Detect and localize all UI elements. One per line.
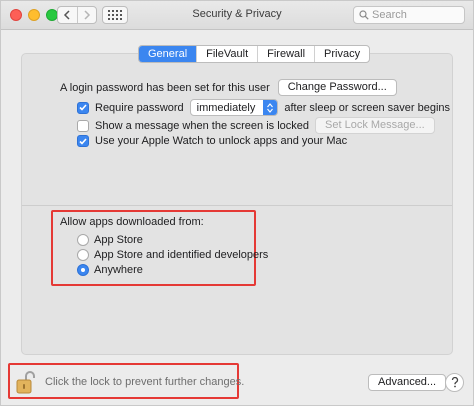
radio-app-store-label: App Store (94, 234, 143, 246)
radio-anywhere-label: Anywhere (94, 264, 143, 276)
unlocked-padlock-icon[interactable] (15, 370, 37, 394)
apple-watch-row: Use your Apple Watch to unlock apps and … (77, 135, 347, 147)
title-bar: Security & Privacy (1, 1, 473, 30)
tab-general[interactable]: General (139, 46, 197, 62)
lock-instruction-text: Click the lock to prevent further change… (45, 376, 245, 388)
section-divider (22, 205, 452, 206)
help-button[interactable] (445, 373, 464, 392)
lock-row: Click the lock to prevent further change… (15, 370, 244, 394)
login-password-label: A login password has been set for this u… (60, 81, 270, 94)
radio-app-store-row[interactable]: App Store (77, 234, 143, 246)
set-lock-message-button[interactable]: Set Lock Message... (315, 117, 435, 134)
radio-anywhere[interactable] (77, 264, 89, 276)
search-icon (359, 10, 369, 20)
checkmark-icon (79, 137, 87, 145)
radio-identified-developers[interactable] (77, 249, 89, 261)
radio-identified-developers-row[interactable]: App Store and identified developers (77, 249, 268, 261)
allow-apps-heading: Allow apps downloaded from: (60, 216, 204, 228)
login-password-row: A login password has been set for this u… (60, 79, 397, 96)
radio-identified-developers-label: App Store and identified developers (94, 249, 269, 261)
show-message-checkbox[interactable] (77, 119, 89, 132)
require-password-delay-value: immediately (196, 101, 256, 114)
search-field[interactable] (353, 6, 465, 24)
tab-privacy[interactable]: Privacy (314, 46, 369, 62)
question-mark-icon (451, 377, 458, 388)
change-password-button[interactable]: Change Password... (277, 79, 397, 96)
tab-firewall[interactable]: Firewall (257, 46, 314, 62)
show-message-label: Show a message when the screen is locked (95, 119, 310, 132)
tab-bar: General FileVault Firewall Privacy (138, 45, 371, 63)
after-sleep-label: after sleep or screen saver begins (284, 101, 451, 114)
tab-filevault[interactable]: FileVault (196, 46, 257, 62)
radio-anywhere-row[interactable]: Anywhere (77, 264, 143, 276)
require-password-row: Require password immediately after sleep… (77, 99, 450, 116)
require-password-delay-select[interactable]: immediately (189, 99, 279, 116)
require-password-label: Require password (95, 101, 184, 114)
allow-apps-heading-row: Allow apps downloaded from: (60, 216, 204, 228)
require-password-checkbox[interactable] (77, 101, 89, 114)
apple-watch-label: Use your Apple Watch to unlock apps and … (95, 135, 348, 147)
security-privacy-window: Security & Privacy General FileVault Fir… (0, 0, 474, 406)
checkmark-icon (79, 104, 87, 111)
radio-app-store[interactable] (77, 234, 89, 246)
select-arrows-icon (263, 100, 278, 115)
search-input[interactable] (372, 9, 460, 21)
apple-watch-checkbox[interactable] (77, 135, 89, 147)
advanced-button[interactable]: Advanced... (368, 374, 447, 391)
show-message-row: Show a message when the screen is locked… (77, 117, 435, 134)
